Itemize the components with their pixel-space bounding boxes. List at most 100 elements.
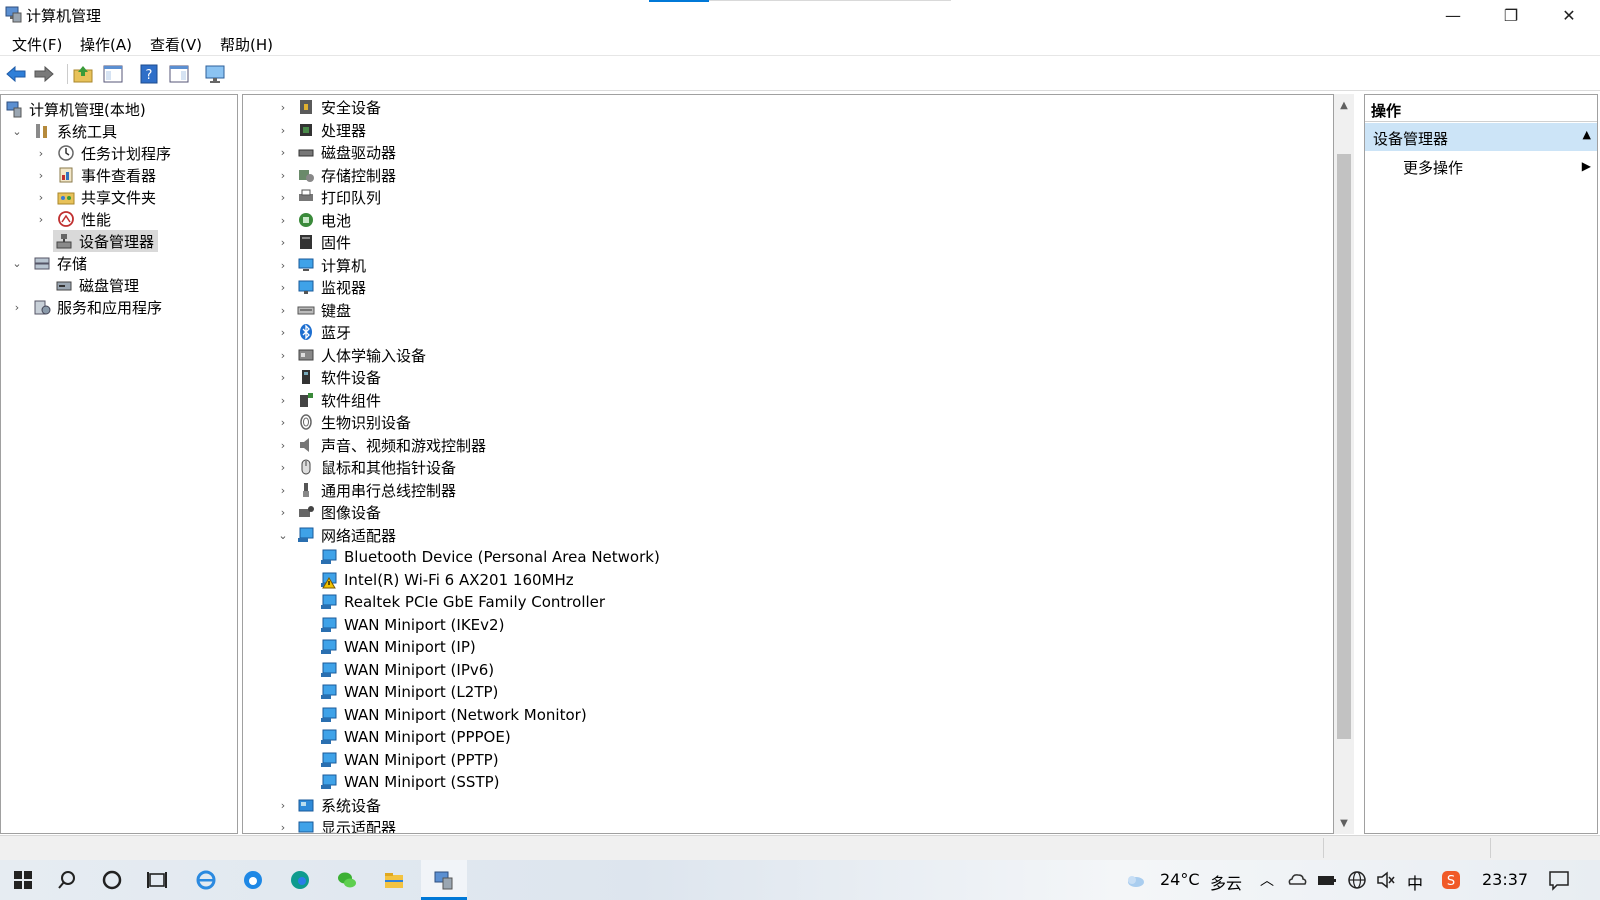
notification-icon[interactable] — [1548, 869, 1570, 891]
restore-button[interactable]: ❐ — [1482, 0, 1540, 30]
forward-arrow-icon[interactable] — [33, 63, 55, 85]
chevron-right-icon[interactable]: › — [277, 119, 289, 141]
device-category[interactable]: › 图像设备 — [277, 501, 381, 523]
edge-legacy-icon[interactable] — [242, 869, 264, 891]
ie-browser-icon[interactable] — [195, 869, 217, 891]
chevron-down-icon[interactable]: ⌄ — [277, 524, 289, 546]
device-category[interactable]: › 鼠标和其他指针设备 — [277, 456, 456, 478]
menu-action[interactable]: 操作(A) — [80, 34, 132, 55]
network-adapter-item[interactable]: WAN Miniport (PPTP) — [320, 749, 499, 771]
collapse-up-icon[interactable]: ▲ — [1583, 128, 1591, 141]
network-adapter-item[interactable]: WAN Miniport (SSTP) — [320, 771, 500, 793]
chevron-right-icon[interactable]: › — [277, 456, 289, 478]
chevron-right-icon[interactable]: › — [277, 141, 289, 163]
chevron-right-icon[interactable]: › — [277, 366, 289, 388]
device-category[interactable]: › 生物识别设备 — [277, 411, 411, 433]
tree-item-system-tools[interactable]: ⌄ 系统工具 — [11, 120, 117, 142]
tree-item-services-apps[interactable]: › 服务和应用程序 — [11, 296, 162, 318]
search-icon[interactable] — [56, 869, 78, 891]
weather-cloud-icon[interactable] — [1124, 869, 1146, 891]
device-category[interactable]: › 计算机 — [277, 254, 366, 276]
chevron-right-icon[interactable]: › — [277, 479, 289, 501]
chevron-right-icon[interactable]: › — [35, 186, 47, 208]
computer-management-taskbar-icon[interactable] — [433, 869, 455, 891]
actions-device-manager[interactable]: 设备管理器 ▲ — [1365, 123, 1597, 151]
minimize-button[interactable]: — — [1424, 0, 1482, 30]
tree-item-event-viewer[interactable]: › 事件查看器 — [35, 164, 156, 186]
vertical-scrollbar[interactable]: ▲ ▼ — [1334, 94, 1354, 834]
chevron-down-icon[interactable]: ⌄ — [11, 252, 23, 274]
up-folder-icon[interactable] — [72, 63, 94, 85]
action-pane-icon[interactable] — [168, 63, 190, 85]
clock[interactable]: 23:37 — [1482, 870, 1528, 889]
scroll-down-icon[interactable]: ▼ — [1334, 814, 1354, 832]
device-category[interactable]: › 人体学输入设备 — [277, 344, 426, 366]
network-adapter-item[interactable]: WAN Miniport (L2TP) — [320, 681, 498, 703]
network-adapter-item[interactable]: WAN Miniport (PPPOE) — [320, 726, 511, 748]
device-category[interactable]: › 软件组件 — [277, 389, 381, 411]
chevron-right-icon[interactable]: › — [277, 299, 289, 321]
chevron-down-icon[interactable]: ⌄ — [11, 120, 23, 142]
chevron-right-icon[interactable]: › — [277, 816, 289, 834]
tree-item-storage[interactable]: ⌄ 存储 — [11, 252, 87, 274]
onedrive-icon[interactable] — [1286, 869, 1308, 891]
device-category[interactable]: › 蓝牙 — [277, 321, 351, 343]
chevron-right-icon[interactable]: › — [35, 142, 47, 164]
network-adapter-item[interactable]: Realtek PCIe GbE Family Controller — [320, 591, 605, 613]
tree-item-shared-folders[interactable]: › 共享文件夹 — [35, 186, 156, 208]
chevron-right-icon[interactable]: › — [11, 296, 23, 318]
menu-file[interactable]: 文件(F) — [12, 34, 62, 55]
sogou-ime-icon[interactable]: S — [1440, 869, 1462, 891]
chevron-right-icon[interactable]: › — [35, 164, 47, 186]
edge-browser-icon[interactable] — [289, 869, 311, 891]
file-explorer-icon[interactable] — [383, 869, 405, 891]
device-category[interactable]: › 固件 — [277, 231, 351, 253]
wechat-icon[interactable] — [336, 869, 358, 891]
network-adapter-item[interactable]: WAN Miniport (Network Monitor) — [320, 704, 587, 726]
device-category[interactable]: › 磁盘驱动器 — [277, 141, 396, 163]
submenu-arrow-icon[interactable]: ▶ — [1582, 159, 1591, 173]
chevron-right-icon[interactable]: › — [277, 96, 289, 118]
battery-icon[interactable] — [1316, 869, 1338, 891]
device-category[interactable]: › 软件设备 — [277, 366, 381, 388]
back-arrow-icon[interactable] — [5, 63, 27, 85]
network-adapter-item[interactable]: Bluetooth Device (Personal Area Network) — [320, 546, 660, 568]
chevron-right-icon[interactable]: › — [277, 794, 289, 816]
device-category[interactable]: › 系统设备 — [277, 794, 381, 816]
cortana-icon[interactable] — [101, 869, 123, 891]
chevron-right-icon[interactable]: › — [277, 231, 289, 253]
network-adapter-item[interactable]: WAN Miniport (IPv6) — [320, 659, 494, 681]
chevron-right-icon[interactable]: › — [277, 411, 289, 433]
tree-item-device-manager[interactable]: 设备管理器 — [53, 230, 159, 252]
chevron-right-icon[interactable]: › — [277, 164, 289, 186]
monitor-icon[interactable] — [204, 63, 226, 85]
device-category[interactable]: › 监视器 — [277, 276, 366, 298]
windows-start-icon[interactable] — [12, 869, 34, 891]
chevron-right-icon[interactable]: › — [277, 321, 289, 343]
device-category[interactable]: › 声音、视频和游戏控制器 — [277, 434, 486, 456]
close-button[interactable]: ✕ — [1540, 0, 1598, 30]
scroll-up-icon[interactable]: ▲ — [1334, 96, 1354, 114]
device-category[interactable]: › 通用串行总线控制器 — [277, 479, 456, 501]
chevron-right-icon[interactable]: › — [277, 434, 289, 456]
volume-muted-icon[interactable] — [1375, 869, 1397, 891]
chevron-right-icon[interactable]: › — [277, 344, 289, 366]
chevron-right-icon[interactable]: › — [277, 389, 289, 411]
chevron-right-icon[interactable]: › — [35, 208, 47, 230]
device-category[interactable]: › 打印队列 — [277, 186, 381, 208]
device-category[interactable]: › 电池 — [277, 209, 351, 231]
menu-help[interactable]: 帮助(H) — [220, 34, 273, 55]
tree-item-performance[interactable]: › 性能 — [35, 208, 111, 230]
menu-view[interactable]: 查看(V) — [150, 34, 202, 55]
device-category[interactable]: › 存储控制器 — [277, 164, 396, 186]
task-view-icon[interactable] — [146, 869, 168, 891]
network-adapter-item[interactable]: WAN Miniport (IP) — [320, 636, 476, 658]
weather-desc[interactable]: 多云 — [1210, 870, 1242, 894]
show-hide-console-tree-icon[interactable] — [102, 63, 124, 85]
chevron-right-icon[interactable]: › — [277, 254, 289, 276]
chevron-right-icon[interactable]: › — [277, 209, 289, 231]
network-adapter-item[interactable]: Intel(R) Wi-Fi 6 AX201 160MHz — [320, 569, 574, 591]
help-icon[interactable]: ? — [138, 63, 160, 85]
chevron-right-icon[interactable]: › — [277, 501, 289, 523]
tree-item-disk-management[interactable]: 磁盘管理 — [53, 274, 139, 296]
